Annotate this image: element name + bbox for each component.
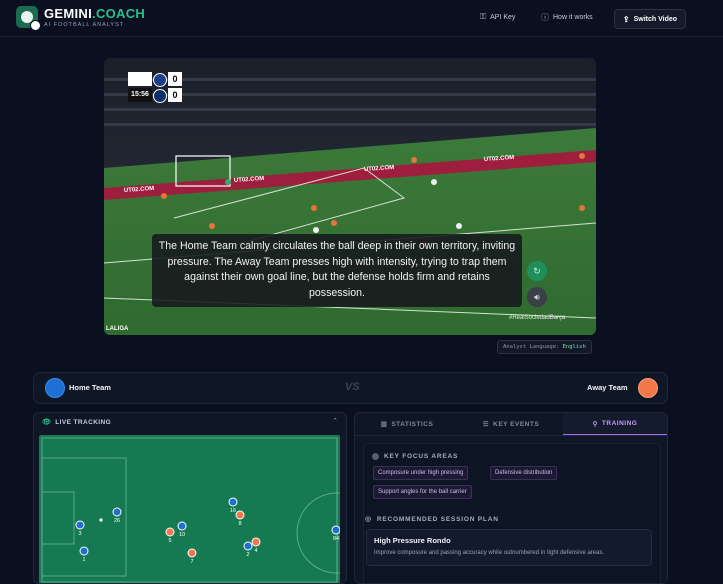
away-player-marker bbox=[187, 548, 197, 558]
question-circle-icon: ⓘ bbox=[541, 13, 549, 22]
app-header: GEMINI.COACH AI FOOTBALL ANALYST ⚿ API K… bbox=[0, 0, 723, 37]
focus-chip: Support angles for the ball carrier bbox=[373, 485, 472, 499]
versus-label: VS bbox=[345, 381, 360, 393]
session-plan-title: ◎ RECOMMENDED SESSION PLAN bbox=[365, 515, 499, 524]
away-player-number: 7 bbox=[190, 559, 193, 565]
home-player-number: 84 bbox=[333, 536, 339, 542]
tracking-ball bbox=[99, 518, 103, 522]
home-player-number: 1 bbox=[82, 557, 85, 563]
scoreboard: 0 15:56 0 bbox=[128, 72, 184, 103]
audio-button[interactable]: 🔊︎ bbox=[527, 287, 547, 307]
tab-statistics[interactable]: ▥ STATISTICS bbox=[355, 413, 459, 435]
brand-logo bbox=[16, 6, 41, 31]
tracking-pitch: 312610162845784 bbox=[39, 435, 340, 583]
away-player-number: 4 bbox=[254, 548, 257, 554]
home-team-name: Home Team bbox=[69, 383, 111, 392]
away-player-marker bbox=[165, 527, 175, 537]
bar-chart-icon: ▥ bbox=[380, 421, 388, 428]
brand: GEMINI.COACH AI FOOTBALL ANALYST bbox=[44, 6, 145, 28]
target-icon: ◎ bbox=[365, 516, 372, 523]
live-tracking-panel: 👁︎ LIVE TRACKING ⌃ 3 1 26 10 16 2 84 5 7 8 4 bbox=[33, 412, 347, 584]
home-player-marker bbox=[228, 497, 238, 507]
upload-icon: ⇪ bbox=[622, 14, 630, 24]
speaker-icon: 🔊︎ bbox=[534, 291, 540, 302]
session-description: Improve composure and passing accuracy w… bbox=[374, 550, 605, 556]
home-player-number: 3 bbox=[78, 531, 81, 537]
focus-chip: Defensive distribution bbox=[490, 466, 558, 480]
away-club-icon bbox=[153, 89, 167, 103]
chevron-up-icon: ⌃ bbox=[332, 418, 338, 425]
session-card[interactable]: High Pressure Rondo Improve composure an… bbox=[366, 529, 652, 566]
home-club-icon bbox=[153, 73, 167, 87]
tab-training[interactable]: ⚲ TRAINING bbox=[563, 413, 667, 435]
replay-icon: ↻ bbox=[533, 265, 541, 276]
away-player-marker bbox=[235, 510, 245, 520]
away-score: 0 bbox=[168, 88, 182, 102]
live-tracking-header: 👁︎ LIVE TRACKING bbox=[42, 418, 112, 427]
broadcast-hashtag: #RealSociedadBarça bbox=[509, 315, 566, 321]
key-focus-title: KEY FOCUS AREAS bbox=[372, 453, 458, 460]
session-title: High Pressure Rondo bbox=[374, 536, 451, 545]
match-clock: 15:56 bbox=[128, 88, 152, 102]
teams-bar: Home Team VS Away Team bbox=[33, 372, 668, 404]
away-player-marker bbox=[251, 537, 261, 547]
tab-key-events[interactable]: ☰ KEY EVENTS bbox=[459, 413, 563, 435]
replay-button[interactable]: ↻ bbox=[527, 261, 547, 281]
home-player-marker bbox=[75, 520, 85, 530]
focus-icon bbox=[372, 453, 379, 460]
training-content: KEY FOCUS AREAS Composure under high pre… bbox=[363, 443, 661, 583]
home-team-badge bbox=[45, 378, 65, 398]
brand-name: GEMINI.COACH bbox=[44, 6, 146, 21]
language-value: English bbox=[562, 344, 586, 350]
key-icon: ⚿ bbox=[480, 12, 487, 21]
home-player-number: 16 bbox=[230, 508, 236, 514]
dumbbell-icon: ⚲ bbox=[592, 420, 598, 428]
analyst-language-selector[interactable]: Analyst Language: English bbox=[497, 340, 592, 354]
home-player-number: 10 bbox=[179, 532, 185, 538]
away-team-name: Away Team bbox=[587, 383, 628, 392]
home-player-number: 2 bbox=[246, 552, 249, 558]
home-player-marker bbox=[112, 507, 122, 517]
league-watermark: LALIGA bbox=[106, 326, 129, 332]
list-icon: ☰ bbox=[482, 421, 490, 428]
away-team-badge bbox=[638, 378, 658, 398]
home-player-marker bbox=[79, 546, 89, 556]
switch-video-button[interactable]: ⇪ Switch Video bbox=[614, 9, 686, 29]
collapse-button[interactable]: ⌃ bbox=[332, 417, 338, 425]
home-player-number: 26 bbox=[114, 518, 120, 524]
api-key-button[interactable]: ⚿ API Key bbox=[480, 12, 515, 22]
focus-chip: Composure under high pressing bbox=[373, 466, 469, 480]
how-it-works-button[interactable]: ⓘ How it works bbox=[541, 12, 593, 23]
eye-icon: 👁︎ bbox=[42, 419, 52, 426]
away-player-number: 8 bbox=[238, 521, 241, 527]
analysis-panel: ▥ STATISTICS ☰ KEY EVENTS ⚲ TRAINING KEY… bbox=[354, 412, 668, 584]
home-player-marker bbox=[331, 525, 340, 535]
commentary-caption: The Home Team calmly circulates the ball… bbox=[152, 234, 522, 307]
analysis-tabs: ▥ STATISTICS ☰ KEY EVENTS ⚲ TRAINING bbox=[355, 413, 667, 436]
away-player-number: 5 bbox=[168, 538, 171, 544]
home-player-marker bbox=[243, 541, 253, 551]
brand-subtitle: AI FOOTBALL ANALYST bbox=[44, 22, 125, 28]
league-logo bbox=[128, 72, 152, 86]
home-player-marker bbox=[177, 521, 187, 531]
home-score: 0 bbox=[168, 72, 182, 86]
